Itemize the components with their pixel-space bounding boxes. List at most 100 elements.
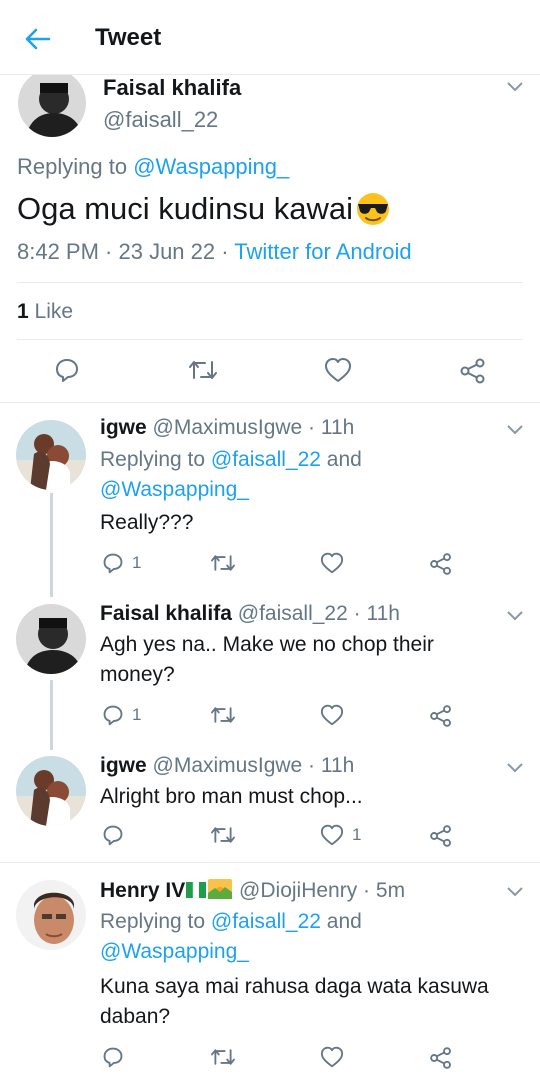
- retweet-button[interactable]: [210, 1046, 236, 1068]
- author-name[interactable]: Henry IV: [100, 879, 185, 902]
- reply-text: Really???: [100, 511, 194, 534]
- back-button[interactable]: [18, 22, 58, 56]
- replying-and: and: [326, 448, 362, 471]
- replying-to-link[interactable]: @faisall_22: [211, 448, 321, 471]
- reply-icon: [103, 553, 123, 574]
- share-icon: [430, 825, 451, 847]
- author-name[interactable]: igwe: [100, 416, 147, 439]
- share-button[interactable]: [429, 552, 453, 576]
- reply-header: Henry IV @DiojiHenry · 5m: [100, 878, 405, 903]
- author-name[interactable]: Faisal khalifa: [103, 75, 241, 101]
- reply-text: money?: [100, 663, 175, 686]
- replying-to: Replying to @Waspapping_: [17, 154, 289, 180]
- author-handle[interactable]: @faisall_22: [103, 107, 218, 133]
- author-handle[interactable]: @DiojiHenry · 5m: [239, 879, 405, 902]
- chevron-down-icon[interactable]: [506, 886, 524, 898]
- chevron-down-icon[interactable]: [506, 610, 524, 622]
- share-icon: [430, 1047, 451, 1069]
- replying-to: Replying to @faisall_22 and: [100, 910, 362, 934]
- avatar[interactable]: [18, 69, 86, 137]
- divider: [0, 862, 540, 863]
- chevron-down-icon[interactable]: [506, 81, 524, 93]
- avatar[interactable]: [16, 420, 86, 490]
- heart-icon: [320, 552, 344, 574]
- reply-icon: [103, 1047, 123, 1068]
- tweet-text: Oga muci kudinsu kawai: [17, 191, 391, 227]
- retweet-button[interactable]: [210, 552, 236, 574]
- replying-prefix: Replying to: [100, 448, 206, 471]
- likes-label: Like: [34, 300, 74, 323]
- retweet-button[interactable]: [188, 357, 218, 383]
- heart-icon: [320, 824, 344, 846]
- sunglasses-emoji-icon: [357, 193, 389, 225]
- retweet-icon: [211, 555, 235, 571]
- reply-button[interactable]: 1: [102, 552, 141, 574]
- reply-icon: [103, 825, 123, 846]
- author-name[interactable]: igwe: [100, 754, 147, 777]
- avatar[interactable]: [16, 756, 86, 826]
- thread-line: [50, 680, 53, 750]
- replying-to-link[interactable]: @Waspapping_: [100, 940, 249, 964]
- replying-to-link[interactable]: @Waspapping_: [133, 154, 289, 179]
- chevron-down-icon[interactable]: [506, 424, 524, 436]
- replying-to-link[interactable]: @Waspapping_: [100, 478, 249, 502]
- heart-icon: [325, 358, 351, 382]
- app-bar: Tweet: [0, 0, 540, 75]
- like-button[interactable]: [324, 357, 352, 383]
- avatar[interactable]: [16, 880, 86, 950]
- share-button[interactable]: [459, 357, 487, 385]
- reply-header: Faisal khalifa @faisall_22 · 11h: [100, 602, 400, 626]
- replying-prefix: Replying to: [100, 910, 206, 933]
- back-arrow-icon: [25, 28, 51, 50]
- author-handle[interactable]: @faisall_22 · 11h: [238, 602, 400, 625]
- retweet-icon: [189, 361, 217, 379]
- author-handle[interactable]: @MaximusIgwe · 11h: [153, 754, 355, 777]
- likes-summary[interactable]: 1 Like: [17, 300, 73, 324]
- share-button[interactable]: [429, 824, 453, 848]
- divider: [0, 402, 540, 403]
- sunrise-icon: [208, 879, 233, 899]
- like-button[interactable]: [320, 704, 352, 726]
- like-button[interactable]: 1: [320, 824, 361, 846]
- retweet-button[interactable]: [210, 704, 236, 726]
- tweet-timestamp: 8:42 PM · 23 Jun 22 ·: [17, 239, 229, 264]
- share-icon: [430, 705, 451, 727]
- reply-button[interactable]: [102, 1046, 132, 1068]
- reply-button[interactable]: 1: [102, 704, 141, 726]
- reply-text: Kuna saya mai rahusa daga wata kasuwa: [100, 975, 489, 998]
- nigeria-flag-icon: [186, 881, 207, 899]
- tweet-meta: 8:42 PM · 23 Jun 22 · Twitter for Androi…: [17, 239, 412, 265]
- share-icon: [430, 553, 451, 575]
- like-count: 1: [352, 825, 362, 844]
- replying-to-link[interactable]: @faisall_22: [211, 910, 321, 933]
- reply-header: igwe @MaximusIgwe · 11h: [100, 416, 354, 440]
- like-button[interactable]: [320, 1046, 352, 1068]
- avatar[interactable]: [16, 604, 86, 674]
- tweet-source[interactable]: Twitter for Android: [234, 239, 411, 264]
- author-handle[interactable]: @MaximusIgwe · 11h: [153, 416, 355, 439]
- reply-button[interactable]: [54, 357, 80, 383]
- author-name[interactable]: Faisal khalifa: [100, 602, 232, 625]
- chevron-down-icon[interactable]: [506, 762, 524, 774]
- reply-header: igwe @MaximusIgwe · 11h: [100, 754, 354, 778]
- tweet-actions: [0, 353, 540, 393]
- reply-icon: [56, 359, 78, 382]
- retweet-icon: [211, 1049, 235, 1065]
- replying-to: Replying to @faisall_22 and: [100, 448, 362, 472]
- replying-and: and: [326, 910, 362, 933]
- reply-button[interactable]: [102, 824, 132, 846]
- reply-text: Agh yes na.. Make we no chop their: [100, 633, 434, 656]
- retweet-button[interactable]: [210, 824, 236, 846]
- heart-icon: [320, 704, 344, 726]
- likes-count: 1: [17, 300, 29, 323]
- like-button[interactable]: [320, 552, 352, 574]
- reply-icon: [103, 705, 123, 726]
- retweet-icon: [211, 827, 235, 843]
- divider: [17, 339, 523, 340]
- reply-count: 1: [132, 705, 142, 724]
- share-button[interactable]: [429, 1046, 453, 1070]
- tweet-body: Oga muci kudinsu kawai: [17, 191, 353, 226]
- share-button[interactable]: [429, 704, 453, 728]
- page-title: Tweet: [95, 24, 162, 51]
- retweet-icon: [211, 707, 235, 723]
